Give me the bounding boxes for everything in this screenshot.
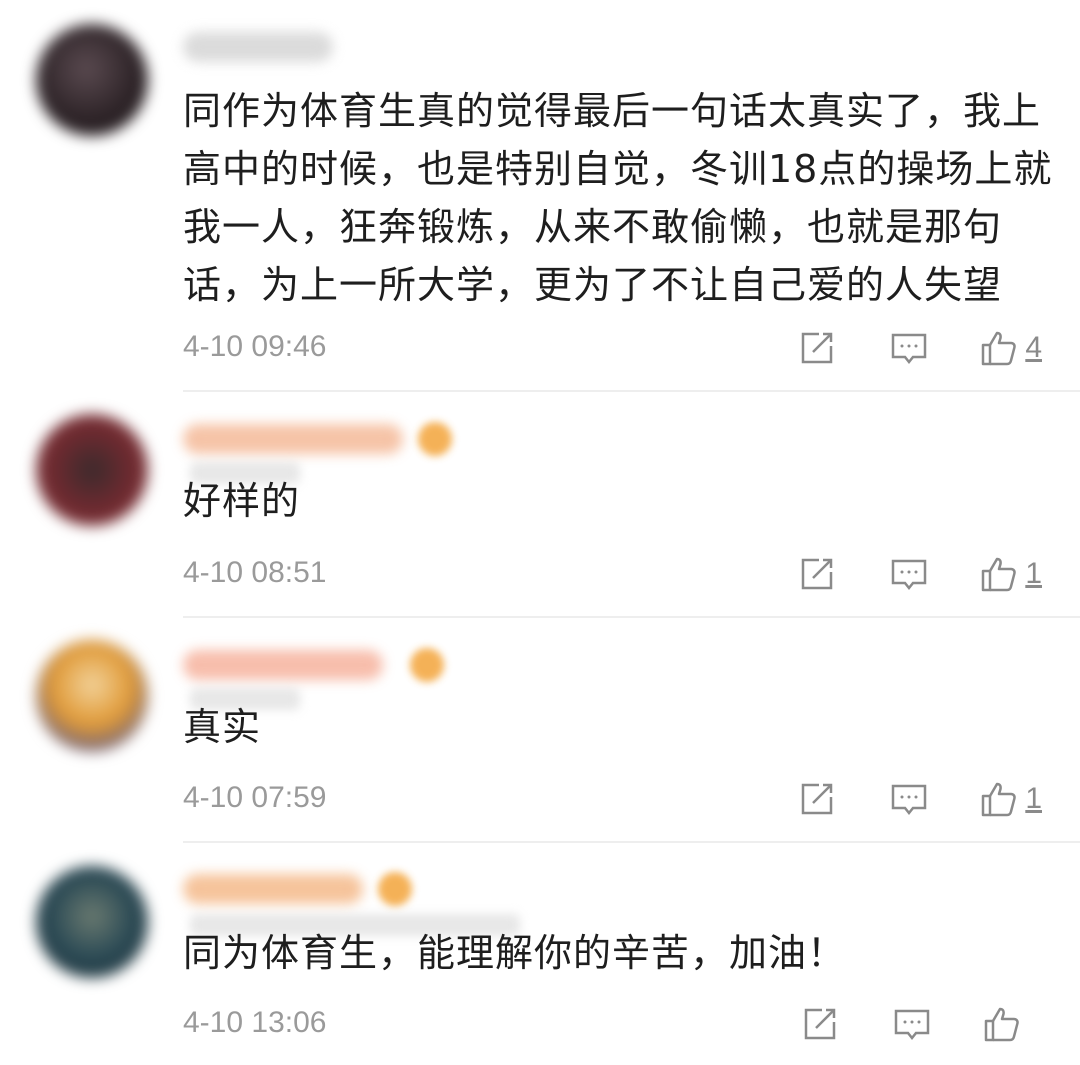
reply-button[interactable] [887,552,931,596]
comment-icon [892,559,927,591]
share-icon [802,558,833,590]
comment-text: 真实 [183,705,262,749]
comment-timestamp: 4-10 08:51 [183,556,327,589]
like-count: 1 [1025,782,1042,815]
username-blurred[interactable] [183,32,333,62]
comment-actions: 1 [795,777,1042,821]
thumbs-up-icon [982,557,1017,592]
share-button[interactable] [795,552,839,596]
comment-timestamp: 4-10 07:59 [183,781,327,814]
like-button[interactable]: 1 [979,552,1042,596]
like-count: 4 [1025,331,1042,364]
avatar[interactable] [36,414,148,526]
avatar[interactable] [36,24,148,136]
share-button[interactable] [798,1002,842,1046]
thumbs-up-icon [982,782,1017,817]
username-blurred[interactable] [183,424,403,454]
comment-icon [894,1009,930,1041]
thumbs-up-icon [984,1007,1019,1042]
reply-button[interactable] [890,1002,934,1046]
comment-text: 同作为体育生真的觉得最后一句话太真实了，我上高中的时候，也是特别自觉，冬训18点… [183,89,1053,307]
comment-icon [892,333,927,365]
share-icon [804,1008,836,1040]
like-count: 1 [1025,557,1042,590]
comment-timestamp: 4-10 09:46 [183,330,327,363]
comment-icon [892,784,927,816]
avatar[interactable] [36,640,148,752]
vip-badge-icon [378,872,412,906]
comment-actions: 1 [795,552,1042,596]
comment-text: 同为体育生，能理解你的辛苦，加油！ [183,931,847,975]
like-button[interactable] [982,1002,1042,1046]
share-icon [802,332,833,364]
thumbs-up-icon [982,331,1017,366]
avatar[interactable] [36,866,148,978]
share-button[interactable] [795,777,839,821]
username-blurred[interactable] [183,874,363,904]
comment-timestamp: 4-10 13:06 [183,1006,327,1039]
divider [183,390,1080,392]
comment-actions: 4 [795,326,1042,370]
like-button[interactable]: 4 [979,326,1042,370]
reply-button[interactable] [887,326,931,370]
vip-badge-icon [418,422,452,456]
comment-text: 好样的 [183,479,301,523]
reply-button[interactable] [887,777,931,821]
like-button[interactable]: 1 [979,777,1042,821]
username-blurred[interactable] [183,650,383,680]
share-icon [802,783,833,815]
vip-badge-icon [410,648,444,682]
comment-actions [798,1002,1042,1046]
share-button[interactable] [795,326,839,370]
divider [183,841,1080,843]
divider [183,616,1080,618]
